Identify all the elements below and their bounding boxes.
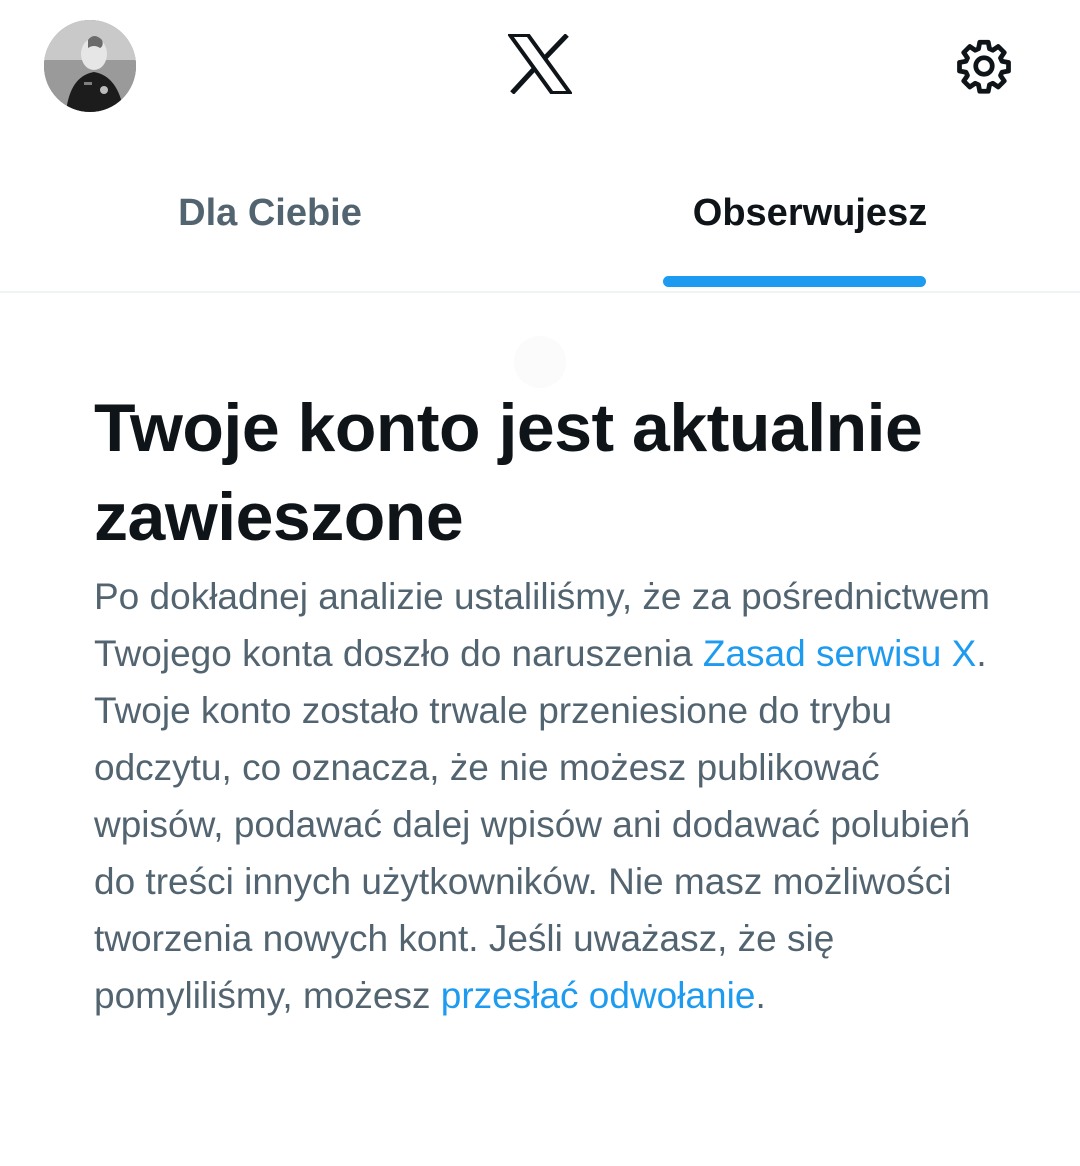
tab-following[interactable]: Obserwujesz [540,150,1080,291]
gear-icon[interactable] [954,36,1014,96]
loading-indicator [514,336,566,388]
appeal-link[interactable]: przesłać odwołanie [441,975,756,1016]
rules-link[interactable]: Zasad serwisu X [703,633,977,674]
notice-body: Po dokładnej analizie ustaliliśmy, że za… [94,568,994,1024]
notice-body-text-2: . Twoje konto zostało trwale przeniesion… [94,633,987,1016]
tab-for-you-label: Dla Ciebie [178,192,362,234]
tab-for-you[interactable]: Dla Ciebie [0,150,540,291]
top-bar [0,0,1080,130]
notice-title: Twoje konto jest aktualnie zawieszone [94,390,923,555]
tab-following-label: Obserwujesz [692,192,928,234]
profile-avatar[interactable] [44,20,136,112]
suspension-notice: Twoje konto jest aktualnie zawieszone Po… [94,384,994,1024]
notice-body-text-3: . [755,975,766,1016]
active-tab-indicator [663,276,926,287]
timeline-tabs: Dla Ciebie Obserwujesz [0,150,1080,388]
x-logo-icon [506,33,574,95]
avatar-photo [44,20,136,112]
